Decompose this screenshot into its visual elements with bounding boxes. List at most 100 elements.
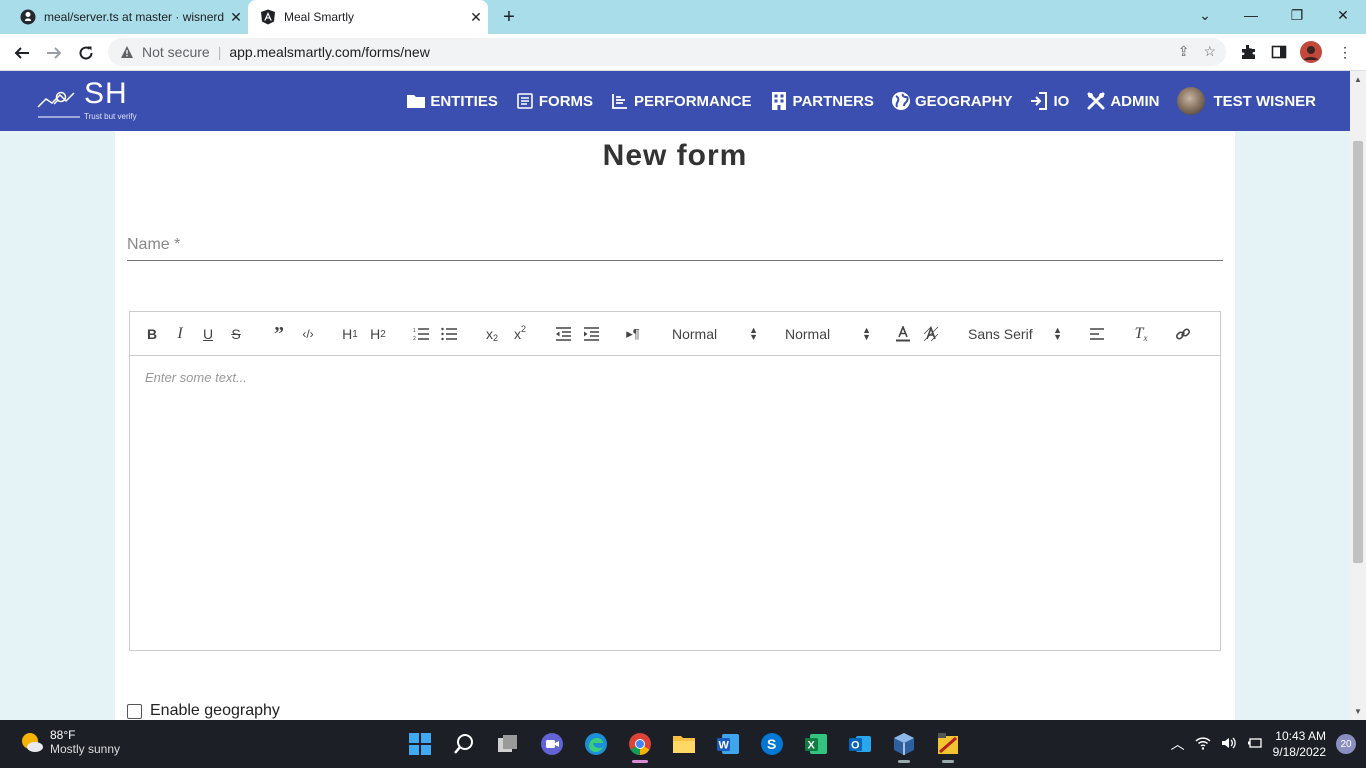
excel-button[interactable]: X <box>794 724 838 764</box>
checkbox[interactable] <box>127 703 142 719</box>
name-field[interactable] <box>127 231 1223 261</box>
superscript-icon[interactable]: x2 <box>510 324 530 344</box>
chevron-up-icon[interactable]: ︿ <box>1171 734 1185 754</box>
blockquote-icon[interactable]: ” <box>270 323 288 345</box>
editor-content[interactable]: Enter some text... <box>145 370 247 385</box>
nav-entities[interactable]: ENTITIES <box>407 92 498 110</box>
url-text: app.mealsmartly.com/forms/new <box>229 44 430 60</box>
browser-menu-icon[interactable]: ⋮ <box>1334 41 1356 63</box>
weather-condition: Mostly sunny <box>50 742 121 756</box>
size-select[interactable]: Normal ▲ ▼ <box>785 324 871 344</box>
font-color-icon[interactable] <box>894 324 912 344</box>
task-view-icon <box>498 735 517 752</box>
battery-icon[interactable] <box>1247 736 1263 753</box>
outlook-icon: O <box>849 736 871 752</box>
reload-icon[interactable] <box>72 39 100 67</box>
underline-icon[interactable]: U <box>200 324 216 344</box>
scroll-down-icon[interactable]: ▼ <box>1350 707 1366 716</box>
back-icon[interactable] <box>8 39 36 67</box>
forward-icon[interactable] <box>40 39 68 67</box>
code-block-icon[interactable]: ‹/› <box>298 324 318 344</box>
task-view-button[interactable] <box>486 724 530 764</box>
nav-admin[interactable]: ADMIN <box>1087 92 1159 110</box>
chrome-button[interactable] <box>618 724 662 764</box>
wifi-icon[interactable] <box>1195 736 1211 753</box>
ordered-list-icon[interactable]: 12 <box>412 324 430 344</box>
clear-format-icon[interactable]: Tx <box>1131 324 1151 344</box>
volume-icon[interactable] <box>1221 736 1237 753</box>
extensions-icon[interactable] <box>1237 41 1259 63</box>
tab-search-icon[interactable]: ⌄ <box>1182 0 1228 30</box>
name-input[interactable] <box>127 231 1223 259</box>
clock[interactable]: 10:43 AM 9/18/2022 <box>1273 728 1326 760</box>
new-tab-button[interactable]: + <box>498 6 520 28</box>
header-select[interactable]: Normal ▲ ▼ <box>672 324 758 344</box>
folder-icon <box>673 736 695 753</box>
outdent-icon[interactable] <box>554 324 572 344</box>
sign-in-icon <box>1030 92 1048 110</box>
nav-forms[interactable]: FORMS <box>516 92 593 110</box>
tab-github[interactable]: meal/server.ts at master · wisnerd ✕ <box>8 0 248 34</box>
virtualbox-button[interactable] <box>882 724 926 764</box>
bullet-list-icon[interactable] <box>440 324 458 344</box>
tab-title: meal/server.ts at master · wisnerd <box>44 10 224 24</box>
git-gui-button[interactable] <box>926 724 970 764</box>
svg-text:2: 2 <box>413 336 416 341</box>
chart-icon <box>611 92 629 110</box>
address-bar[interactable]: Not secure | app.mealsmartly.com/forms/n… <box>108 38 1226 66</box>
font-select[interactable]: Sans Serif ▲ ▼ <box>968 324 1062 344</box>
form-icon <box>516 92 534 110</box>
app-header: SH Trust but verify ENTITIES FORMS PERFO… <box>0 71 1350 131</box>
skype-icon: S <box>761 733 783 755</box>
link-icon[interactable] <box>1174 324 1192 344</box>
tab-meal-smartly[interactable]: Meal Smartly ✕ <box>248 0 488 34</box>
virtualbox-icon <box>894 733 914 755</box>
nav-io[interactable]: IO <box>1030 92 1069 110</box>
side-panel-icon[interactable] <box>1268 41 1290 63</box>
skype-button[interactable]: S <box>750 724 794 764</box>
start-button[interactable] <box>398 724 442 764</box>
nav-label: ADMIN <box>1110 92 1160 110</box>
security-status: Not secure <box>142 44 210 60</box>
avatar <box>1177 87 1206 115</box>
strikethrough-icon[interactable]: S <box>228 324 244 344</box>
outlook-button[interactable]: O <box>838 724 882 764</box>
bookmark-star-icon[interactable]: ☆ <box>1203 43 1216 60</box>
nav-partners[interactable]: PARTNERS <box>770 92 874 110</box>
share-icon[interactable]: ⇪ <box>1178 43 1190 60</box>
align-icon[interactable] <box>1088 324 1106 344</box>
background-color-icon[interactable] <box>922 324 940 344</box>
nav-performance[interactable]: PERFORMANCE <box>611 92 752 110</box>
scrollbar-thumb[interactable] <box>1353 141 1363 563</box>
nav-label: ENTITIES <box>430 92 498 110</box>
close-icon[interactable]: ✕ <box>464 9 488 26</box>
weather-widget[interactable]: 88°F Mostly sunny <box>20 728 120 756</box>
logo-tagline: Trust but verify <box>84 112 137 121</box>
profile-avatar-icon[interactable] <box>1300 41 1322 63</box>
heading2-icon[interactable]: H2 <box>368 324 388 344</box>
word-button[interactable]: W <box>706 724 750 764</box>
indent-icon[interactable] <box>582 324 600 344</box>
minimize-icon[interactable]: — <box>1228 0 1274 30</box>
text-direction-icon[interactable]: ▸¶ <box>624 324 642 344</box>
close-window-icon[interactable]: ✕ <box>1320 0 1366 30</box>
enable-geography-checkbox[interactable]: Enable geography <box>127 702 280 720</box>
search-button[interactable] <box>442 724 486 764</box>
scroll-up-icon[interactable]: ▲ <box>1350 75 1366 84</box>
app-logo[interactable]: SH Trust but verify <box>36 75 156 123</box>
nav-label: GEOGRAPHY <box>914 92 1013 110</box>
edge-button[interactable] <box>574 724 618 764</box>
file-explorer-button[interactable] <box>662 724 706 764</box>
nav-label: FORMS <box>538 92 594 110</box>
page-scrollbar[interactable]: ▲ ▼ <box>1350 71 1366 720</box>
subscript-icon[interactable]: x2 <box>482 324 502 344</box>
restore-icon[interactable]: ❐ <box>1274 0 1320 30</box>
nav-geography[interactable]: GEOGRAPHY <box>891 92 1013 110</box>
close-icon[interactable]: ✕ <box>224 9 248 26</box>
italic-icon[interactable]: I <box>172 324 188 344</box>
heading1-icon[interactable]: H1 <box>340 324 360 344</box>
notification-badge[interactable]: 20 <box>1336 734 1356 754</box>
bold-icon[interactable]: B <box>144 324 160 344</box>
teams-chat-button[interactable] <box>530 724 574 764</box>
user-menu[interactable]: TEST WISNER <box>1177 87 1316 115</box>
